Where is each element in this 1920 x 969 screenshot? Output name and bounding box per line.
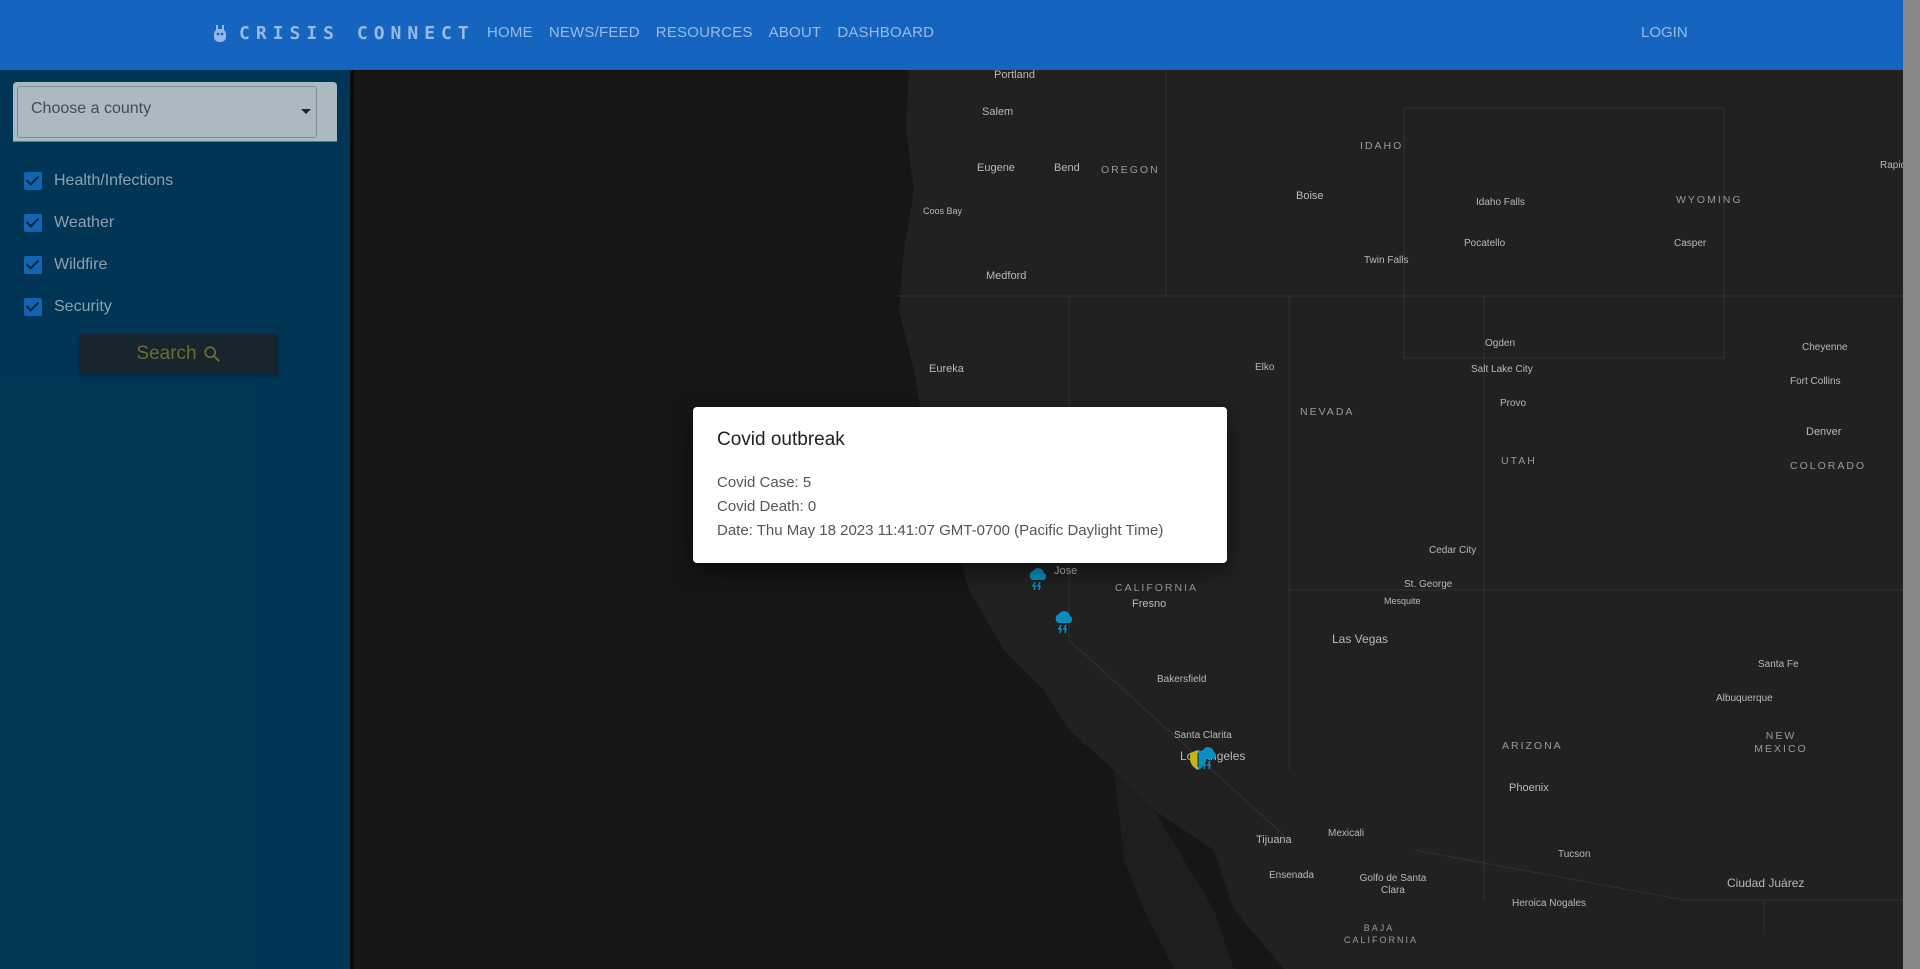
checkbox-weather[interactable] <box>24 214 42 232</box>
nav-about[interactable]: ABOUT <box>769 24 822 41</box>
map-label: Medford <box>986 270 1027 282</box>
map-label: UTAH <box>1501 455 1537 467</box>
nav-home[interactable]: HOME <box>487 24 533 41</box>
map-label: Eureka <box>929 363 964 375</box>
map-label: Albuquerque <box>1716 693 1773 704</box>
map-label: Cheyenne <box>1802 342 1848 353</box>
app-bar-content: CRISIS CONNECT HOME NEWS/FEED RESOURCES … <box>0 0 1903 70</box>
map-label: ARIZONA <box>1502 740 1563 752</box>
event-popup: Covid outbreak Covid Case: 5 Covid Death… <box>693 407 1227 563</box>
map-label: Jose <box>1054 565 1078 577</box>
login-link[interactable]: LOGIN <box>1641 24 1688 41</box>
nav-news-feed[interactable]: NEWS/FEED <box>549 24 640 41</box>
search-icon <box>203 346 220 362</box>
map-label: Golfo de Santa Clara <box>1359 873 1427 896</box>
filter-sidebar: Choose a county Health/Infections Weathe… <box>0 70 350 969</box>
checkbox-health-infections[interactable] <box>24 172 42 190</box>
map-label: Bakersfield <box>1157 674 1207 685</box>
map-label: Las Vegas <box>1332 632 1389 646</box>
app-bar: CRISIS CONNECT HOME NEWS/FEED RESOURCES … <box>0 0 1903 70</box>
chevron-down-icon <box>301 109 311 114</box>
sidebar-content: Choose a county Health/Infections Weathe… <box>0 70 350 969</box>
popup-title: Covid outbreak <box>717 429 845 450</box>
map-label: Twin Falls <box>1364 255 1409 266</box>
map-label: Cedar City <box>1429 545 1477 556</box>
filter-health-infections[interactable]: Health/Infections <box>24 160 173 202</box>
map-label: Mesquite <box>1384 596 1421 606</box>
map-label: Rapid <box>1880 160 1903 171</box>
map-label: Casper <box>1674 238 1707 249</box>
map-label: WYOMING <box>1676 194 1743 206</box>
map-label: OREGON <box>1101 164 1160 176</box>
map-label: Heroica Nogales <box>1512 898 1586 909</box>
map-label: Denver <box>1806 426 1842 438</box>
map-label: Pocatello <box>1464 238 1506 249</box>
robot-icon <box>214 25 226 42</box>
popup-case-count: Covid Case: 5 <box>717 474 812 491</box>
main-nav: HOME NEWS/FEED RESOURCES ABOUT DASHBOARD <box>487 24 934 41</box>
map-label: COLORADO <box>1790 460 1867 472</box>
checkbox-wildfire[interactable] <box>24 256 42 274</box>
nav-dashboard[interactable]: DASHBOARD <box>837 24 934 41</box>
filter-label: Security <box>54 298 112 315</box>
search-button[interactable]: Search <box>79 334 278 374</box>
filter-wildfire[interactable]: Wildfire <box>24 244 173 286</box>
popup-date: Date: Thu May 18 2023 11:41:07 GMT-0700 … <box>717 522 1164 539</box>
map-label: Bend <box>1054 162 1080 174</box>
checkbox-security[interactable] <box>24 298 42 316</box>
map-label: Eugene <box>977 162 1015 174</box>
map-label: CALIFORNIA <box>1115 582 1199 594</box>
map-label: Provo <box>1500 398 1527 409</box>
map-label: Idaho Falls <box>1476 197 1525 208</box>
filter-label: Weather <box>54 214 115 231</box>
map-label: NEW MEXICO <box>1754 730 1808 755</box>
filter-label: Health/Infections <box>54 172 174 189</box>
map-label: Elko <box>1255 362 1275 373</box>
map-label: NEVADA <box>1300 406 1355 418</box>
map-label: IDAHO <box>1360 140 1404 152</box>
filter-security[interactable]: Security <box>24 286 173 328</box>
map-label: Fresno <box>1132 598 1167 610</box>
map-label: BAJA CALIFORNIA <box>1344 923 1419 945</box>
map-label: Fort Collins <box>1790 376 1841 387</box>
scrollbar-overlay <box>1903 0 1920 969</box>
map-label: Coos Bay <box>923 206 963 216</box>
category-filters: Health/Infections Weather Wildfire Secur… <box>24 160 173 328</box>
map-label: Ogden <box>1485 338 1516 349</box>
filter-weather[interactable]: Weather <box>24 202 173 244</box>
map-label: Tijuana <box>1256 834 1292 846</box>
map-label: St. George <box>1404 579 1453 590</box>
map-label: Santa Fe <box>1758 659 1799 670</box>
map-label: Mexicali <box>1328 828 1365 839</box>
brand-name: CRISIS CONNECT <box>239 22 475 44</box>
map-label: Tucson <box>1558 849 1591 860</box>
map-label: Portland <box>994 70 1035 81</box>
weather-storm-icon[interactable] <box>1027 567 1049 591</box>
security-shield-icon[interactable] <box>1188 749 1208 771</box>
county-select-placeholder: Choose a county <box>31 100 152 117</box>
map-label: Santa Clarita <box>1174 730 1232 741</box>
nav-resources[interactable]: RESOURCES <box>656 24 753 41</box>
search-button-label: Search <box>136 343 197 364</box>
map-label: Salem <box>982 106 1014 118</box>
county-select[interactable]: Choose a county <box>13 82 337 142</box>
map-label: Salt Lake City <box>1471 364 1533 375</box>
map-label: Boise <box>1296 190 1324 202</box>
page-scrollbar[interactable] <box>1903 0 1920 969</box>
brand[interactable]: CRISIS CONNECT <box>211 22 475 44</box>
filter-label: Wildfire <box>54 256 108 273</box>
map-label: Ensenada <box>1269 870 1315 881</box>
map-label: Phoenix <box>1509 782 1549 794</box>
map-label: Ciudad Juárez <box>1727 876 1805 890</box>
popup-death-count: Covid Death: 0 <box>717 498 817 515</box>
weather-storm-icon[interactable] <box>1053 610 1075 634</box>
